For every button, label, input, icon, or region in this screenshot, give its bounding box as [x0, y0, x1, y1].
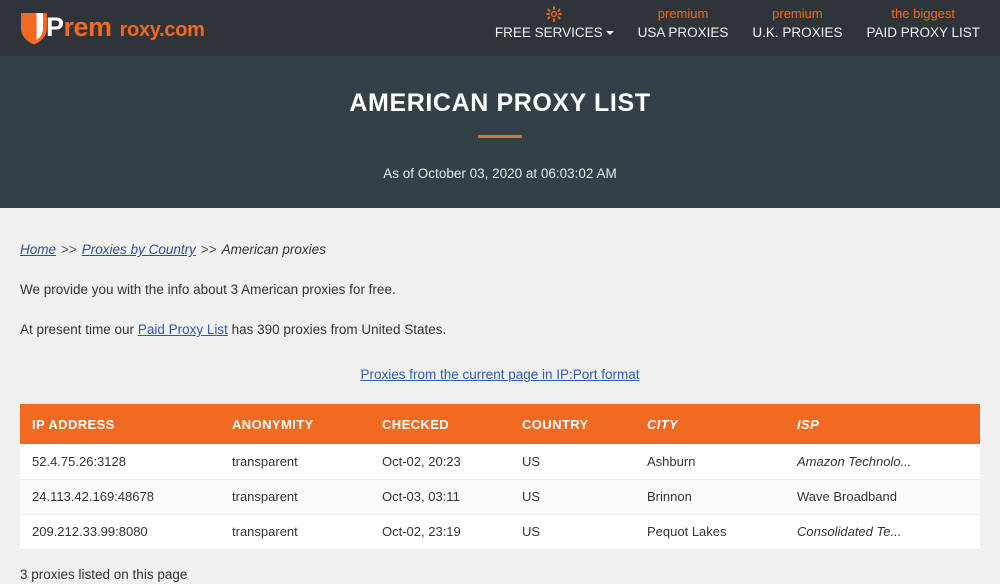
intro-line-2-before: At present time our	[20, 322, 138, 337]
column-header-checked[interactable]: CHECKED	[370, 404, 510, 444]
table-row: 209.212.33.99:8080 transparent Oct-02, 2…	[20, 514, 980, 550]
cell-city: Ashburn	[635, 444, 785, 480]
chevron-down-icon	[605, 31, 614, 35]
logo-text-rem: rem	[63, 12, 113, 42]
column-header-anonymity[interactable]: ANONYMITY	[220, 404, 370, 444]
column-header-ip-address[interactable]: IP ADDRESS	[20, 404, 220, 444]
table-header-row: IP ADDRESS ANONYMITY CHECKED COUNTRY CIT…	[20, 404, 980, 444]
proxy-table-container: IP ADDRESS ANONYMITY CHECKED COUNTRY CIT…	[20, 404, 980, 550]
logo-text-proxy: roxy.com	[119, 19, 205, 41]
nav-sup-uk-proxies: premium	[772, 6, 823, 21]
cell-checked: Oct-02, 20:23	[370, 444, 510, 480]
breadcrumb-link-home[interactable]: Home	[20, 242, 56, 257]
nav-item-paid-proxy-list[interactable]: the biggest PAID PROXY LIST	[854, 0, 1000, 41]
hero-timestamp: As of October 03, 2020 at 06:03:02 AM	[383, 166, 617, 181]
cell-ip-address: 52.4.75.26:3128	[20, 444, 220, 480]
nav-text-free-services: FREE SERVICES	[494, 25, 603, 40]
intro-line-2-after: has 390 proxies from United States.	[227, 322, 447, 337]
nav-sup-usa-proxies: premium	[657, 6, 709, 21]
cell-anonymity: transparent	[220, 444, 370, 480]
breadcrumb-separator-2: >>	[200, 242, 217, 257]
cell-country: US	[510, 444, 635, 480]
page-title: AMERICAN PROXY LIST	[349, 89, 651, 117]
cell-city: Pequot Lakes	[635, 514, 785, 550]
column-header-isp[interactable]: ISP	[785, 404, 980, 444]
nav-menu: FREE SERVICES premium USA PROXIES premiu…	[483, 0, 1000, 56]
breadcrumb-current: American proxies	[221, 242, 326, 257]
nav-item-usa-proxies[interactable]: premium USA PROXIES	[626, 0, 741, 41]
table-row: 52.4.75.26:3128 transparent Oct-02, 20:2…	[20, 444, 980, 480]
cell-isp: Wave Broadband	[785, 479, 980, 515]
column-header-city[interactable]: CITY	[635, 404, 785, 444]
proxy-count-footnote: 3 proxies listed on this page	[20, 566, 188, 582]
cell-ip-address: 209.212.33.99:8080	[20, 514, 220, 550]
column-header-country[interactable]: COUNTRY	[510, 404, 635, 444]
nav-label-usa-proxies: USA PROXIES	[637, 25, 729, 40]
main-content: Home >> Proxies by Country >> American proxi…	[0, 208, 1000, 584]
title-divider	[478, 135, 522, 138]
intro-line-1: We provide you with the info about 3 Ame…	[20, 282, 396, 297]
logo-text-p: P	[46, 12, 64, 42]
cell-anonymity: transparent	[220, 514, 370, 550]
nav-sup-paid-proxy-list: the biggest	[891, 6, 956, 21]
cell-checked: Oct-03, 03:11	[370, 479, 510, 515]
cell-anonymity: transparent	[220, 479, 370, 515]
site-logo[interactable]: Prem roxy.com	[19, 8, 205, 48]
table-row: 24.113.42.169:48678 transparent Oct-03, …	[20, 479, 980, 515]
proxy-table-body: 52.4.75.26:3128 transparent Oct-02, 20:2…	[20, 444, 980, 550]
logo-wordmark: Prem roxy.com	[46, 14, 205, 41]
page-hero: AMERICAN PROXY LIST As of October 03, 20…	[0, 56, 1000, 208]
top-navbar: Prem roxy.com FREE SERVICES premium USA …	[0, 0, 1000, 56]
nav-item-free-services[interactable]: FREE SERVICES	[483, 0, 626, 41]
shield-icon	[19, 10, 49, 46]
cell-country: US	[510, 514, 635, 550]
gear-icon	[495, 6, 614, 22]
intro-line-2: At present time our Paid Proxy List has …	[20, 321, 980, 339]
proxy-table-head: IP ADDRESS ANONYMITY CHECKED COUNTRY CIT…	[20, 404, 980, 444]
cell-country: US	[510, 479, 635, 515]
cell-isp: Consolidated Te...	[785, 514, 980, 550]
nav-label-uk-proxies: U.K. PROXIES	[752, 25, 843, 40]
ipport-link-row: Proxies from the current page in IP:Port…	[20, 366, 980, 384]
cell-city: Brinnon	[635, 479, 785, 515]
paid-proxy-list-link[interactable]: Paid Proxy List	[138, 322, 228, 337]
breadcrumb: Home >> Proxies by Country >> American proxi…	[20, 208, 980, 259]
cell-checked: Oct-02, 23:19	[370, 514, 510, 550]
proxy-table: IP ADDRESS ANONYMITY CHECKED COUNTRY CIT…	[20, 404, 980, 550]
breadcrumb-link-proxies-by-country[interactable]: Proxies by Country	[82, 242, 196, 257]
nav-label-paid-proxy-list: PAID PROXY LIST	[866, 25, 980, 40]
cell-ip-address: 24.113.42.169:48678	[20, 479, 220, 515]
breadcrumb-separator-1: >>	[61, 242, 77, 257]
nav-item-uk-proxies[interactable]: premium U.K. PROXIES	[740, 0, 854, 41]
ipport-format-link[interactable]: Proxies from the current page in IP:Port…	[360, 367, 639, 382]
cell-isp: Amazon Technolo...	[785, 444, 980, 480]
nav-label-free-services: FREE SERVICES	[495, 24, 614, 41]
